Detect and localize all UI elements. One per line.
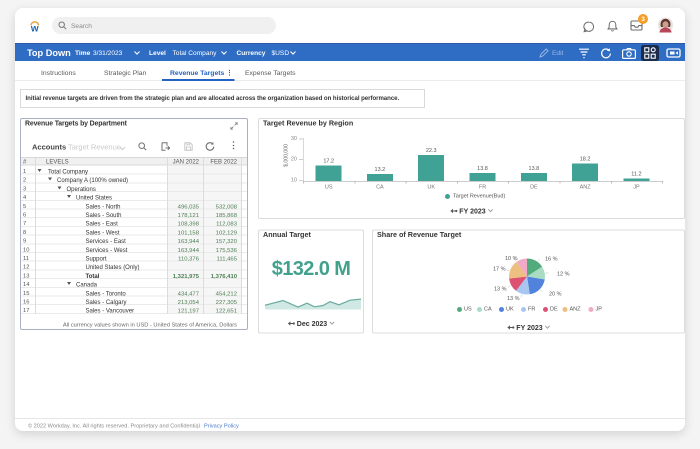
svg-text:13 %: 13 % [494, 287, 507, 293]
svg-text:16 %: 16 % [545, 257, 558, 263]
svg-text:17 %: 17 % [493, 267, 506, 273]
svg-text:w: w [30, 24, 39, 34]
svg-text:20 %: 20 % [549, 292, 562, 298]
svg-text:10 %: 10 % [505, 256, 518, 262]
svg-text:13 %: 13 % [507, 296, 520, 302]
svg-text:12 %: 12 % [557, 272, 570, 278]
